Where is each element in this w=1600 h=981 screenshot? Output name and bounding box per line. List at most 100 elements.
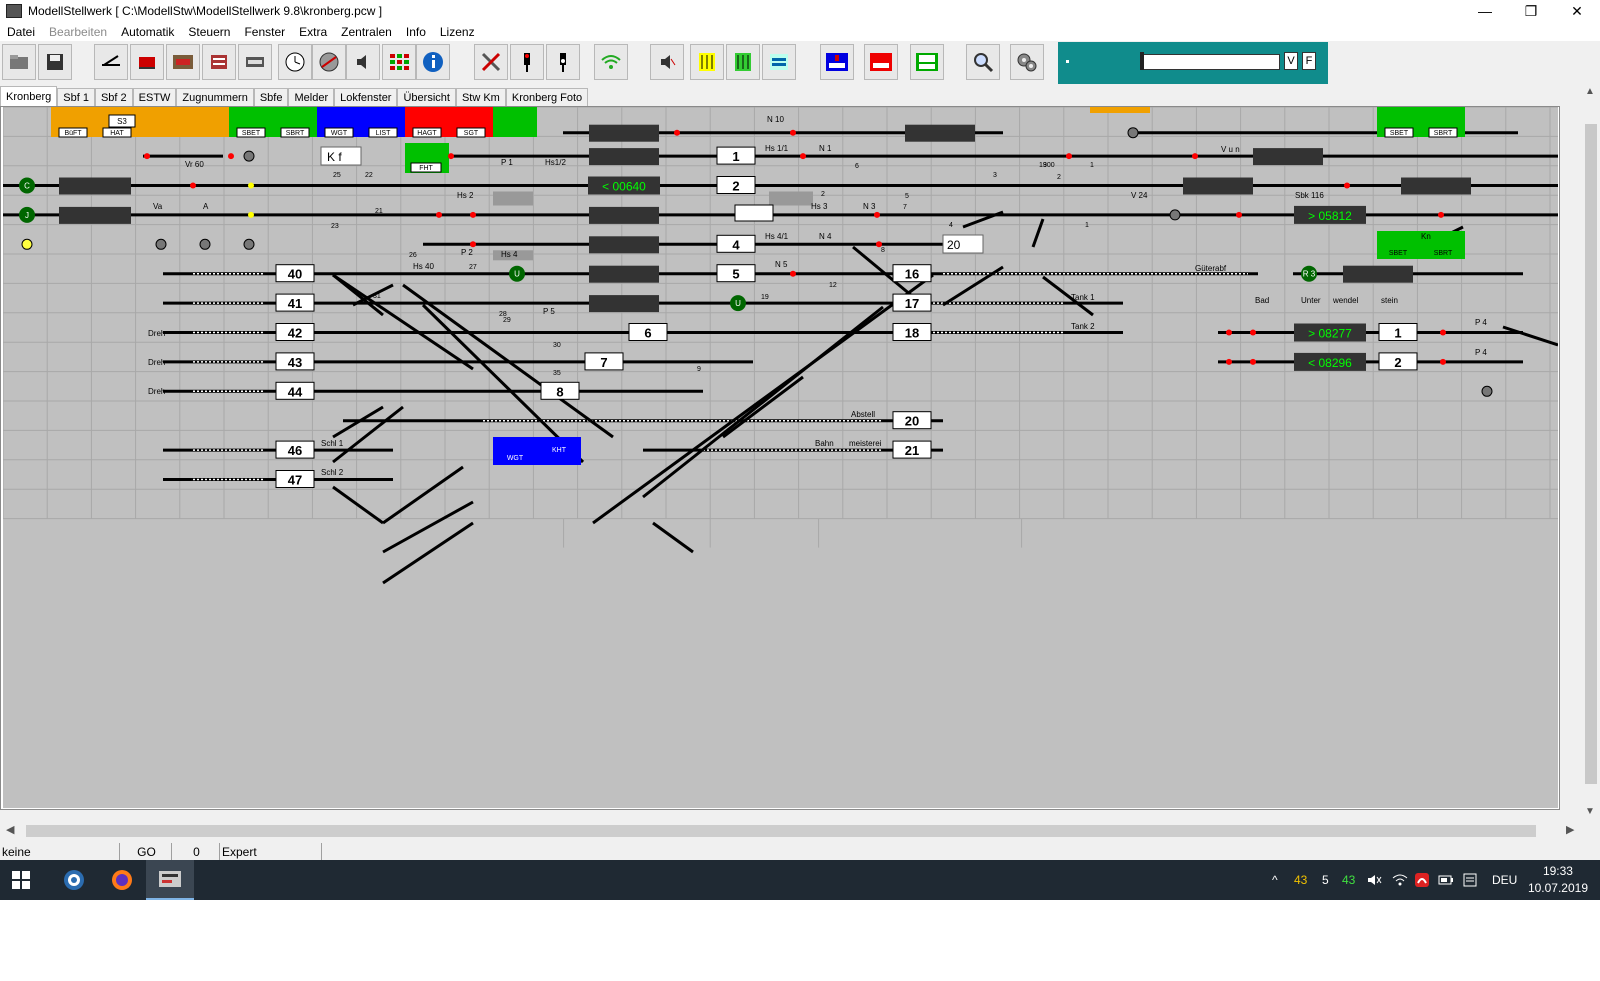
signal-lamp[interactable] (448, 153, 454, 160)
menu-extra[interactable]: Extra (292, 25, 334, 39)
modellstellwerk-icon[interactable] (146, 860, 194, 900)
occupied-block[interactable] (1343, 265, 1413, 283)
occupied-block[interactable] (59, 206, 131, 224)
tab-estw[interactable]: ESTW (132, 88, 177, 107)
indicator-lamp[interactable] (1127, 127, 1139, 139)
tools-icon[interactable] (474, 44, 508, 80)
occupied-block[interactable] (589, 265, 659, 283)
train-display-3[interactable]: > 08277 (1308, 327, 1352, 341)
menu-lizenz[interactable]: Lizenz (433, 25, 482, 39)
track-number-1[interactable]: 1 (732, 149, 739, 164)
track-number-44[interactable]: 44 (288, 384, 303, 399)
signal-lamp[interactable] (874, 211, 880, 218)
signal-lamp[interactable] (248, 211, 254, 218)
speed-f-button[interactable]: F (1302, 52, 1316, 70)
turntable-icon[interactable] (312, 44, 346, 80)
windows-start-icon[interactable] (12, 871, 30, 889)
track-number-18[interactable]: 18 (905, 326, 919, 341)
track-switch-icon[interactable] (94, 44, 128, 80)
empty-number-box[interactable] (734, 204, 774, 222)
tab-sbf1[interactable]: Sbf 1 (57, 88, 95, 107)
tab-sbfe[interactable]: Sbfe (253, 88, 289, 107)
vertical-scrollbar[interactable]: ▲ ▼ (1582, 84, 1600, 824)
signal-lamp[interactable] (470, 241, 476, 248)
speaker-mute-icon[interactable] (650, 44, 684, 80)
track-layout-canvas[interactable]: BüFT HAT SBET SBRT WGT LIST HAGT SGT SBET SBRT FHT… (3, 107, 1558, 808)
tab-kronberg[interactable]: Kronberg (0, 86, 58, 107)
signal-lamp[interactable] (1344, 182, 1350, 189)
track-number-5[interactable]: 5 (732, 267, 739, 282)
signal-lamp[interactable] (1236, 211, 1242, 218)
signal-lamp[interactable] (1226, 358, 1232, 365)
signal-lamp[interactable] (248, 182, 254, 189)
track-number-17[interactable]: 17 (905, 296, 919, 311)
tab-zugnummern[interactable]: Zugnummern (176, 88, 254, 107)
signal-lamp[interactable] (1440, 329, 1446, 336)
battery-icon[interactable] (1438, 860, 1454, 900)
tab-melder[interactable]: Melder (288, 88, 335, 107)
train-photo-icon[interactable] (166, 44, 200, 80)
track-diagram[interactable]: BüFT HAT SBET SBRT WGT LIST HAGT SGT SBET SBRT FHT… (3, 107, 1558, 808)
tray-expand-icon[interactable]: ^ (1272, 860, 1278, 900)
menu-fenster[interactable]: Fenster (237, 25, 292, 39)
wgt-blue-icon[interactable] (820, 44, 854, 80)
track-number-2[interactable]: 2 (732, 179, 739, 194)
maximize-button[interactable]: ❐ (1508, 0, 1554, 22)
menu-automatik[interactable]: Automatik (114, 25, 181, 39)
signal-grid-icon[interactable] (382, 44, 416, 80)
taskbar-clock[interactable]: 19:33 10.07.2019 (1528, 863, 1588, 897)
vertical-scroll-thumb[interactable] (1585, 124, 1597, 784)
signal-dark-icon[interactable] (546, 44, 580, 80)
track-number-47[interactable]: 47 (288, 473, 302, 488)
menu-steuern[interactable]: Steuern (181, 25, 237, 39)
speed-v-button[interactable]: V (1284, 52, 1298, 70)
signal-lamp[interactable] (1226, 329, 1232, 336)
signal-lamp[interactable] (1192, 153, 1198, 160)
train-display-2[interactable]: > 05812 (1308, 209, 1352, 223)
tab-sbf2[interactable]: Sbf 2 (94, 88, 133, 107)
track-number-46[interactable]: 46 (288, 443, 302, 458)
signal-lamp[interactable] (800, 153, 806, 160)
indicator-lamp[interactable] (1169, 209, 1181, 221)
occupied-block[interactable] (1401, 177, 1471, 195)
signal-red-icon[interactable] (510, 44, 544, 80)
locomotive-icon[interactable] (130, 44, 164, 80)
signal-lamp[interactable] (674, 129, 680, 136)
throttle-display-icon[interactable] (238, 44, 272, 80)
track-number-42[interactable]: 42 (288, 326, 302, 341)
indicator-lamp[interactable] (21, 238, 33, 250)
speed-slider-knob[interactable] (1140, 52, 1144, 70)
scroll-down-icon[interactable]: ▼ (1585, 806, 1595, 817)
occupied-block[interactable] (589, 148, 659, 166)
track-number-1b[interactable]: 1 (1394, 326, 1401, 341)
signal-lamp[interactable] (790, 129, 796, 136)
track-number-4[interactable]: 4 (732, 237, 740, 252)
signal-lamp[interactable] (1066, 153, 1072, 160)
track-number-20[interactable]: 20 (905, 414, 919, 429)
panel-button[interactable] (1090, 107, 1150, 113)
track-number-43[interactable]: 43 (288, 355, 302, 370)
signal-lamp[interactable] (228, 153, 234, 160)
track-number-16[interactable]: 16 (905, 267, 919, 282)
speed-slider[interactable] (1140, 54, 1280, 70)
save-disk-icon[interactable] (38, 44, 72, 80)
binary-display-icon[interactable] (762, 44, 796, 80)
scroll-left-icon[interactable]: ◀ (6, 823, 14, 836)
occupied-block[interactable] (1253, 148, 1323, 166)
occupied-block[interactable] (589, 206, 659, 224)
panel-button[interactable] (493, 107, 537, 137)
signal-lamp[interactable] (1250, 358, 1256, 365)
panel-button[interactable] (139, 107, 229, 137)
signal-lamp[interactable] (436, 211, 442, 218)
train-display-4[interactable]: < 08296 (1308, 356, 1352, 370)
indicator-lamp[interactable] (199, 238, 211, 250)
antivirus-icon[interactable] (1414, 860, 1430, 900)
track-number-21[interactable]: 21 (905, 443, 919, 458)
wifi-icon[interactable] (594, 44, 628, 80)
tab-kronberg-foto[interactable]: Kronberg Foto (505, 88, 589, 107)
horizontal-scroll-thumb[interactable] (26, 825, 1536, 837)
notification-icon[interactable] (1462, 860, 1478, 900)
close-button[interactable]: ✕ (1554, 0, 1600, 22)
clock-icon[interactable] (278, 44, 312, 80)
indicator-lamp[interactable] (243, 238, 255, 250)
